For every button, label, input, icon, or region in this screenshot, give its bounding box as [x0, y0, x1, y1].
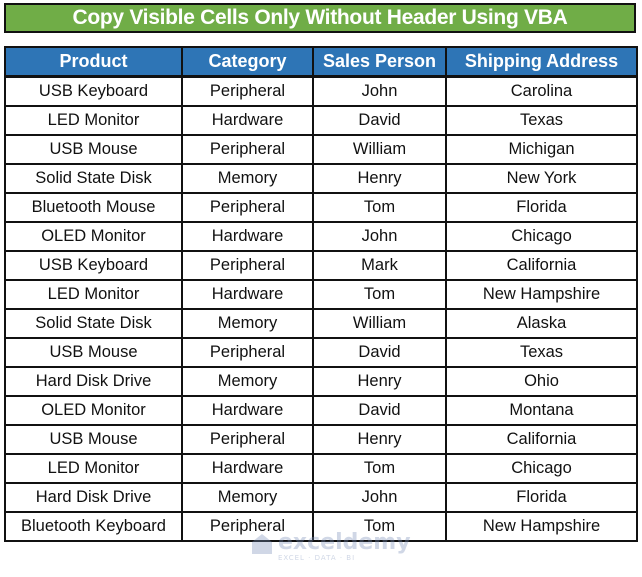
cell-shipping-address[interactable]: Texas: [445, 105, 638, 136]
cell-sales-person[interactable]: William: [312, 134, 447, 165]
cell-shipping-address[interactable]: Michigan: [445, 134, 638, 165]
cell-category[interactable]: Peripheral: [181, 192, 314, 223]
cell-product[interactable]: USB Mouse: [4, 337, 183, 368]
data-table: Product Category Sales Person Shipping A…: [4, 46, 638, 542]
cell-category[interactable]: Hardware: [181, 105, 314, 136]
cell-shipping-address[interactable]: Ohio: [445, 366, 638, 397]
table-row: Solid State Disk Memory Henry New York: [4, 163, 638, 194]
cell-shipping-address[interactable]: Florida: [445, 192, 638, 223]
cell-category[interactable]: Peripheral: [181, 337, 314, 368]
table-row: USB Mouse Peripheral William Michigan: [4, 134, 638, 165]
table-row: USB Keyboard Peripheral Mark California: [4, 250, 638, 281]
cell-shipping-address[interactable]: California: [445, 250, 638, 281]
cell-shipping-address[interactable]: New York: [445, 163, 638, 194]
cell-sales-person[interactable]: John: [312, 75, 447, 107]
cell-category[interactable]: Peripheral: [181, 134, 314, 165]
cell-sales-person[interactable]: Tom: [312, 511, 447, 542]
cell-sales-person[interactable]: Tom: [312, 453, 447, 484]
cell-product[interactable]: Solid State Disk: [4, 163, 183, 194]
cell-category[interactable]: Peripheral: [181, 424, 314, 455]
cell-sales-person[interactable]: David: [312, 395, 447, 426]
cell-product[interactable]: LED Monitor: [4, 105, 183, 136]
header-row: Product Category Sales Person Shipping A…: [4, 46, 638, 78]
cell-shipping-address[interactable]: Texas: [445, 337, 638, 368]
header-cell-product[interactable]: Product: [4, 46, 183, 78]
cell-product[interactable]: OLED Monitor: [4, 221, 183, 252]
cell-category[interactable]: Hardware: [181, 279, 314, 310]
cell-category[interactable]: Memory: [181, 308, 314, 339]
cell-category[interactable]: Hardware: [181, 221, 314, 252]
cell-product[interactable]: Hard Disk Drive: [4, 482, 183, 513]
table-row: LED Monitor Hardware David Texas: [4, 105, 638, 136]
cell-sales-person[interactable]: Tom: [312, 279, 447, 310]
cell-shipping-address[interactable]: Carolina: [445, 75, 638, 107]
table-row: USB Mouse Peripheral Henry California: [4, 424, 638, 455]
header-cell-sales-person[interactable]: Sales Person: [312, 46, 447, 78]
cell-sales-person[interactable]: David: [312, 337, 447, 368]
cell-category[interactable]: Memory: [181, 366, 314, 397]
cell-shipping-address[interactable]: Montana: [445, 395, 638, 426]
cell-product[interactable]: USB Mouse: [4, 134, 183, 165]
cell-product[interactable]: USB Keyboard: [4, 250, 183, 281]
table-row: Hard Disk Drive Memory John Florida: [4, 482, 638, 513]
cell-category[interactable]: Hardware: [181, 395, 314, 426]
table-row: Solid State Disk Memory William Alaska: [4, 308, 638, 339]
table-row: Hard Disk Drive Memory Henry Ohio: [4, 366, 638, 397]
table-row: Bluetooth Mouse Peripheral Tom Florida: [4, 192, 638, 223]
cell-product[interactable]: LED Monitor: [4, 453, 183, 484]
cell-sales-person[interactable]: Henry: [312, 163, 447, 194]
cell-shipping-address[interactable]: New Hampshire: [445, 279, 638, 310]
cell-shipping-address[interactable]: New Hampshire: [445, 511, 638, 542]
cell-sales-person[interactable]: John: [312, 482, 447, 513]
cell-sales-person[interactable]: William: [312, 308, 447, 339]
cell-category[interactable]: Peripheral: [181, 250, 314, 281]
table-body: USB Keyboard Peripheral John Carolina LED Mo…: [4, 75, 638, 542]
cell-shipping-address[interactable]: Chicago: [445, 453, 638, 484]
cell-product[interactable]: Bluetooth Keyboard: [4, 511, 183, 542]
cell-product[interactable]: Hard Disk Drive: [4, 366, 183, 397]
cell-product[interactable]: LED Monitor: [4, 279, 183, 310]
header-cell-category[interactable]: Category: [181, 46, 314, 78]
cell-product[interactable]: USB Mouse: [4, 424, 183, 455]
table-row: OLED Monitor Hardware David Montana: [4, 395, 638, 426]
cell-category[interactable]: Peripheral: [181, 511, 314, 542]
cell-sales-person[interactable]: Henry: [312, 424, 447, 455]
cell-sales-person[interactable]: John: [312, 221, 447, 252]
cell-sales-person[interactable]: Henry: [312, 366, 447, 397]
table-row: OLED Monitor Hardware John Chicago: [4, 221, 638, 252]
table-row: USB Mouse Peripheral David Texas: [4, 337, 638, 368]
cell-sales-person[interactable]: Tom: [312, 192, 447, 223]
cell-shipping-address[interactable]: Florida: [445, 482, 638, 513]
table-row: LED Monitor Hardware Tom Chicago: [4, 453, 638, 484]
watermark-tagline: EXCEL · DATA · BI: [278, 554, 356, 562]
cell-category[interactable]: Peripheral: [181, 75, 314, 107]
cell-category[interactable]: Hardware: [181, 453, 314, 484]
cell-category[interactable]: Memory: [181, 482, 314, 513]
sheet-title: Copy Visible Cells Only Without Header U…: [4, 3, 636, 33]
cell-product[interactable]: Solid State Disk: [4, 308, 183, 339]
header-cell-shipping-address[interactable]: Shipping Address: [445, 46, 638, 78]
table-row: USB Keyboard Peripheral John Carolina: [4, 75, 638, 107]
cell-product[interactable]: OLED Monitor: [4, 395, 183, 426]
cell-shipping-address[interactable]: California: [445, 424, 638, 455]
cell-product[interactable]: USB Keyboard: [4, 75, 183, 107]
cell-category[interactable]: Memory: [181, 163, 314, 194]
cell-shipping-address[interactable]: Alaska: [445, 308, 638, 339]
cell-sales-person[interactable]: David: [312, 105, 447, 136]
table-row: Bluetooth Keyboard Peripheral Tom New Hamps…: [4, 511, 638, 542]
cell-sales-person[interactable]: Mark: [312, 250, 447, 281]
cell-shipping-address[interactable]: Chicago: [445, 221, 638, 252]
table-row: LED Monitor Hardware Tom New Hampshire: [4, 279, 638, 310]
cell-product[interactable]: Bluetooth Mouse: [4, 192, 183, 223]
